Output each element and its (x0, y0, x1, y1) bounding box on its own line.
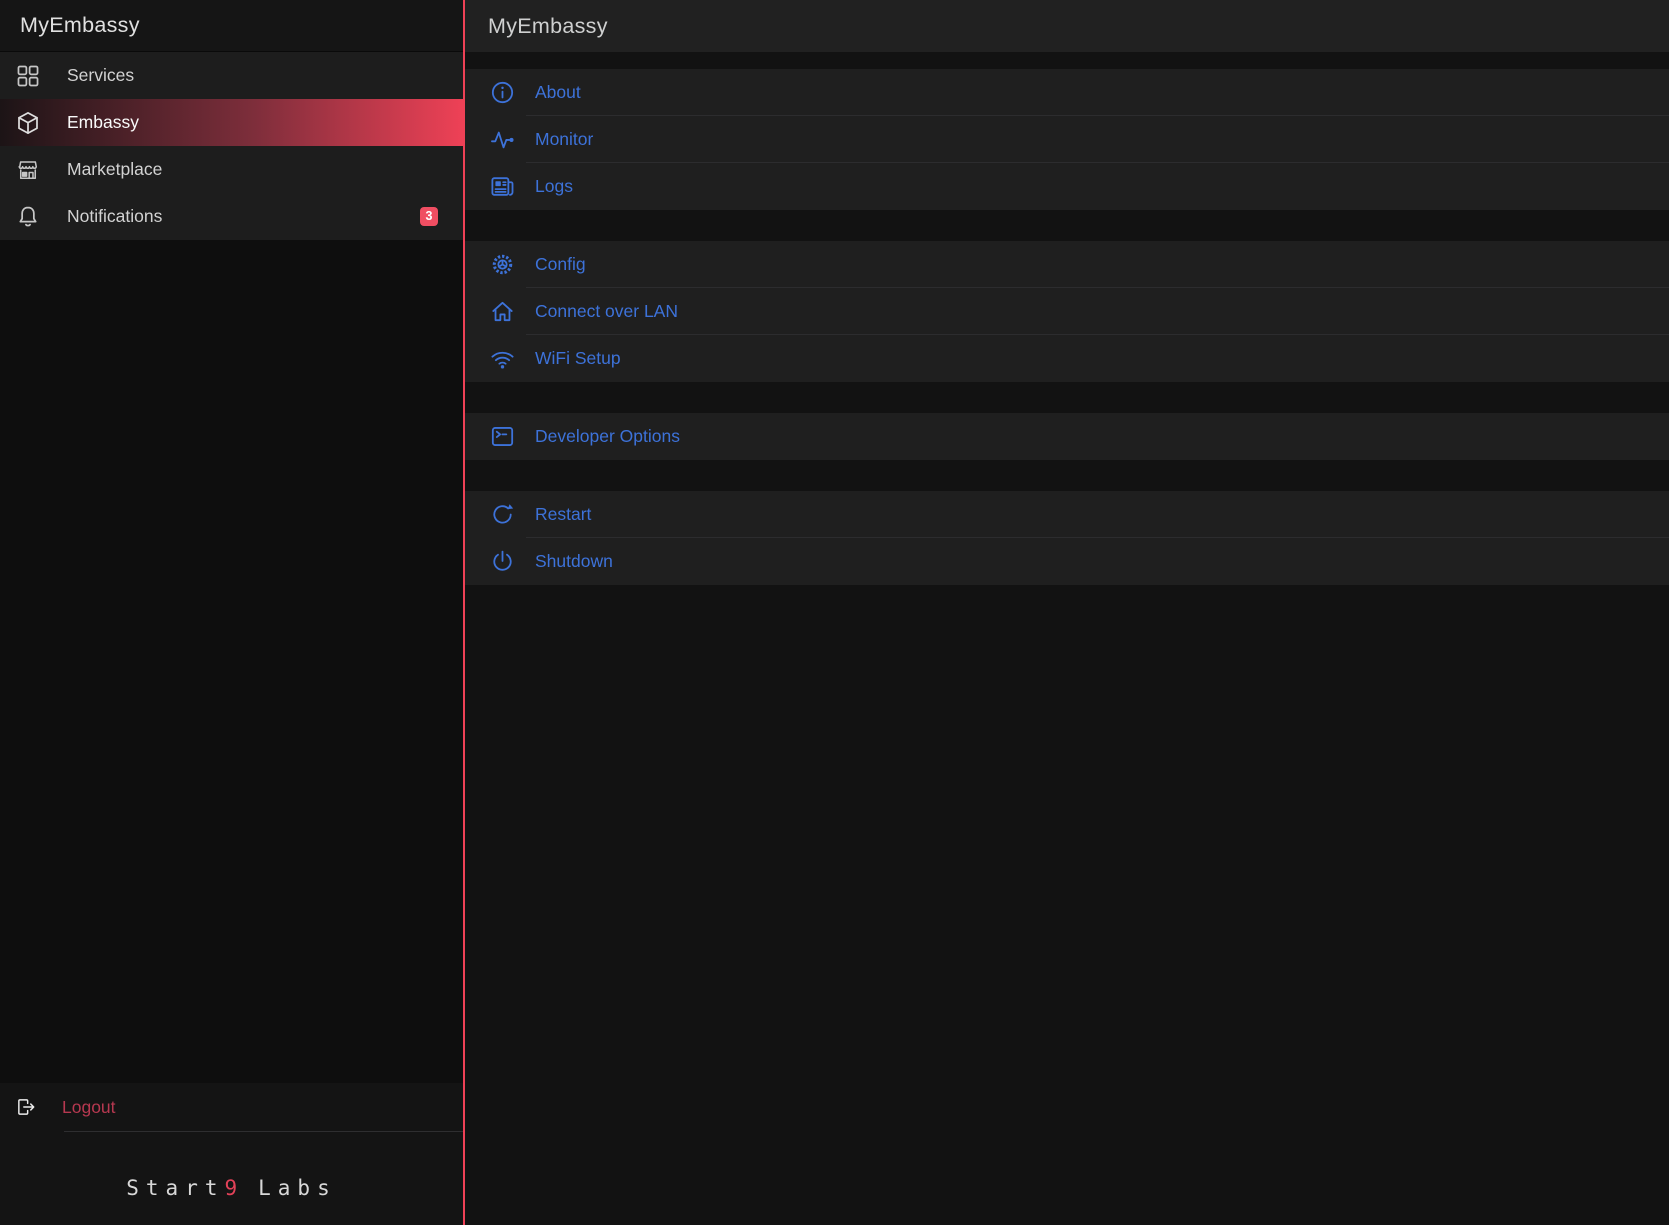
sidebar-footer: Logout Start9 Labs (0, 1083, 463, 1225)
sidebar-item-label: Embassy (67, 112, 139, 133)
sidebar: MyEmbassy Services (0, 0, 465, 1225)
page-title: MyEmbassy (488, 14, 608, 39)
newspaper-icon (489, 173, 516, 200)
brand-text: Labs (258, 1176, 337, 1200)
sidebar-item-label: Marketplace (67, 159, 162, 180)
menu-item-label: WiFi Setup (535, 348, 621, 369)
menu-item-developer-options[interactable]: Developer Options (465, 413, 1669, 460)
pulse-icon (489, 126, 516, 153)
menu-item-label: Shutdown (535, 551, 613, 572)
logout-icon (15, 1096, 37, 1118)
app-root: MyEmbassy Services (0, 0, 1669, 1225)
menu-item-config[interactable]: Config (465, 241, 1669, 288)
sidebar-item-label: Notifications (67, 206, 162, 227)
menu-item-shutdown[interactable]: Shutdown (465, 538, 1669, 585)
menu-group-power: Restart Shutdown (465, 491, 1669, 585)
grid-icon (15, 63, 41, 89)
menu-item-label: Connect over LAN (535, 301, 678, 322)
menu-item-about[interactable]: About (465, 69, 1669, 116)
menu-item-label: Monitor (535, 129, 593, 150)
refresh-icon (489, 501, 516, 528)
menu-group-config: Config Connect over LAN (465, 241, 1669, 382)
brand-text: Start (126, 1176, 224, 1200)
sidebar-menu: Services Embassy (0, 52, 463, 240)
menu-group-developer: Developer Options (465, 413, 1669, 460)
home-icon (489, 298, 516, 325)
logout-label: Logout (62, 1097, 116, 1118)
sidebar-item-marketplace[interactable]: Marketplace (0, 146, 463, 193)
terminal-icon (489, 423, 516, 450)
logout-button[interactable]: Logout (0, 1083, 463, 1131)
menu-item-wifi-setup[interactable]: WiFi Setup (465, 335, 1669, 382)
brand-accent-digit: 9 (224, 1176, 244, 1200)
sidebar-spacer (0, 240, 463, 1083)
menu-item-connect-lan[interactable]: Connect over LAN (465, 288, 1669, 335)
menu-item-monitor[interactable]: Monitor (465, 116, 1669, 163)
settings-menu: About Monitor (465, 52, 1669, 1225)
menu-item-label: Logs (535, 176, 573, 197)
menu-item-label: Restart (535, 504, 591, 525)
info-icon (489, 79, 516, 106)
sidebar-item-embassy[interactable]: Embassy (0, 99, 463, 146)
bell-icon (15, 204, 41, 230)
power-icon (489, 548, 516, 575)
sidebar-title: MyEmbassy (0, 0, 463, 52)
storefront-icon (15, 157, 41, 183)
notification-badge: 3 (420, 207, 438, 226)
menu-item-label: Config (535, 254, 586, 275)
menu-item-logs[interactable]: Logs (465, 163, 1669, 210)
wifi-icon (489, 345, 516, 372)
sidebar-item-label: Services (67, 65, 134, 86)
sidebar-item-notifications[interactable]: Notifications 3 (0, 193, 463, 240)
menu-item-restart[interactable]: Restart (465, 491, 1669, 538)
menu-item-label: Developer Options (535, 426, 680, 447)
main-content: MyEmbassy About (465, 0, 1669, 1225)
cog-icon (489, 251, 516, 278)
brand-logo: Start9 Labs (0, 1132, 463, 1200)
content-toolbar: MyEmbassy (465, 0, 1669, 52)
menu-group-info: About Monitor (465, 69, 1669, 210)
sidebar-item-services[interactable]: Services (0, 52, 463, 99)
cube-icon (15, 110, 41, 136)
menu-item-label: About (535, 82, 581, 103)
